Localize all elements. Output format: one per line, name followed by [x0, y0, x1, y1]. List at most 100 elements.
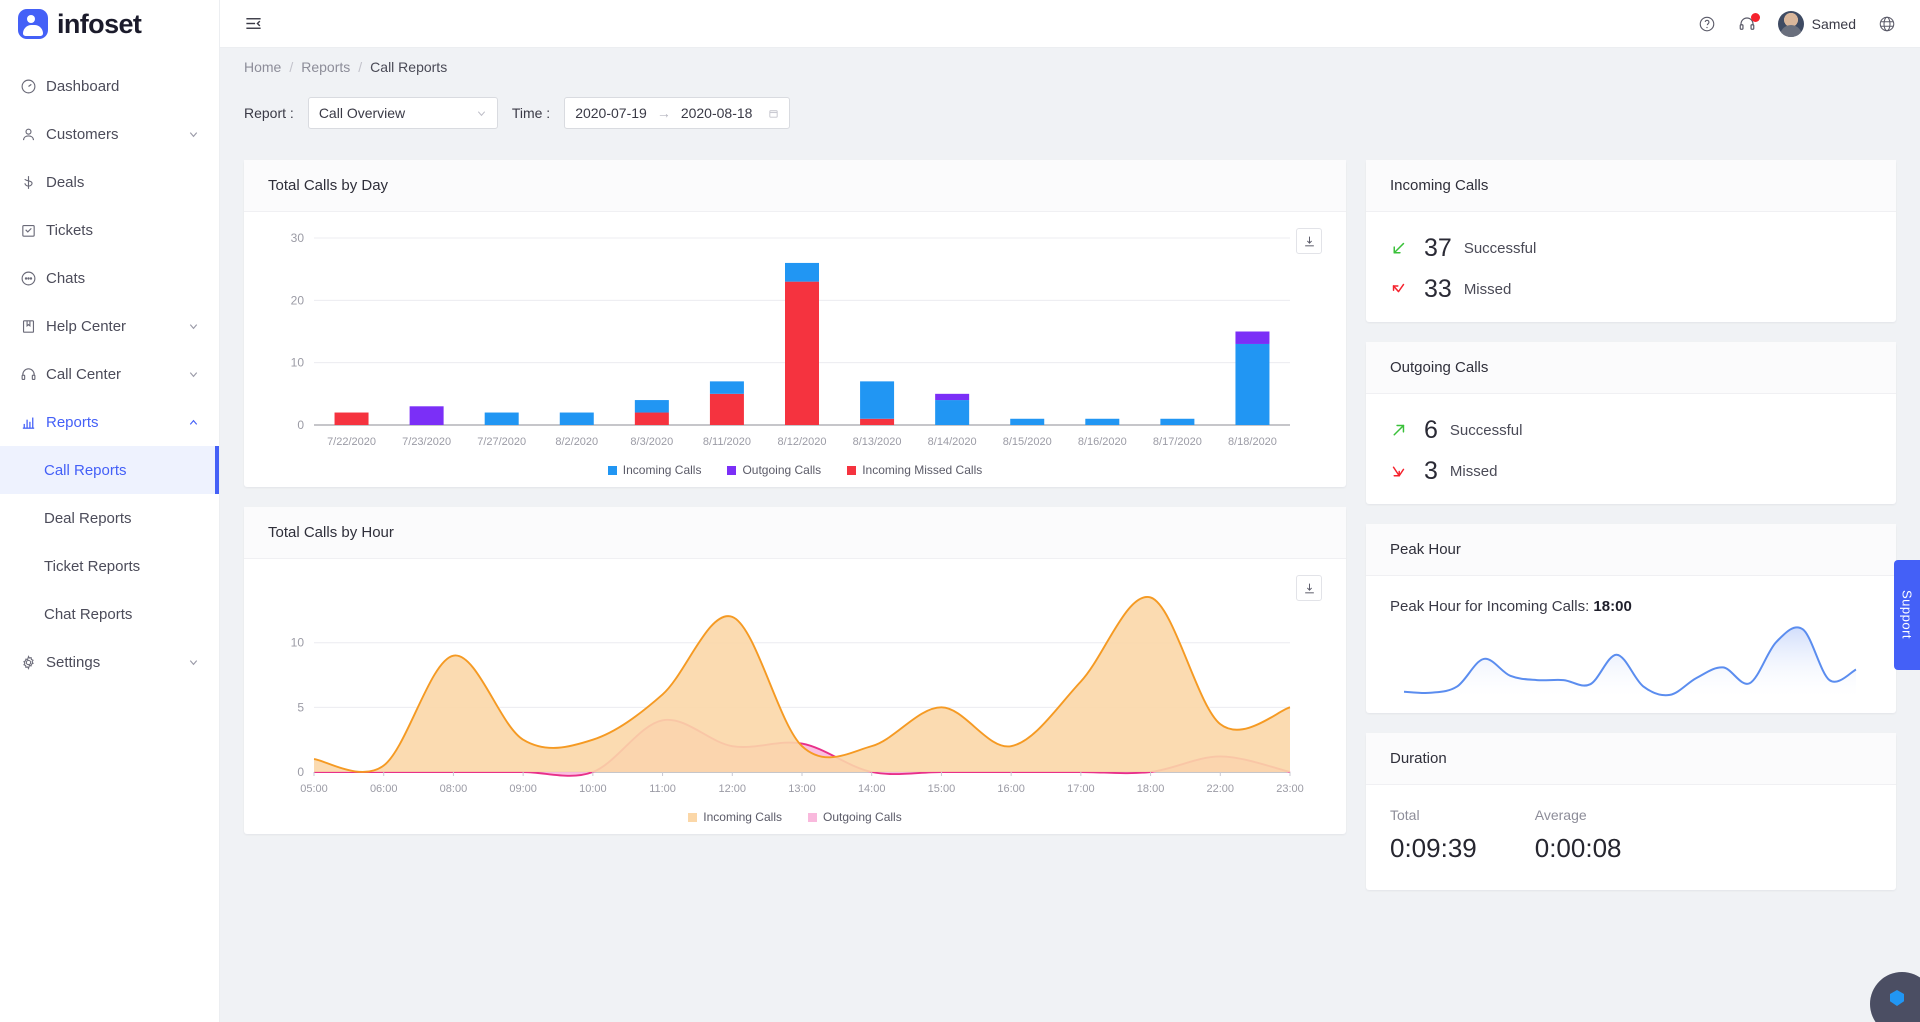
- date-range-end[interactable]: 2020-08-18: [681, 105, 753, 121]
- report-select[interactable]: Call Overview: [307, 97, 498, 129]
- sidebar-item-reports[interactable]: Reports: [0, 398, 219, 446]
- sidebar-item-deal-reports[interactable]: Deal Reports: [0, 494, 219, 542]
- app-root: infoset Dashboard Customers Deals Ticket…: [0, 0, 1920, 1022]
- legend-item-outgoing-calls[interactable]: Outgoing Calls: [807, 810, 902, 824]
- svg-text:8/11/2020: 8/11/2020: [703, 436, 751, 448]
- card-title: Outgoing Calls: [1390, 359, 1489, 376]
- sidebar-subitem-label: Chat Reports: [44, 605, 133, 623]
- user-icon: [20, 126, 46, 143]
- card-body: Peak Hour for Incoming Calls: 18:00: [1366, 576, 1896, 713]
- svg-text:12:00: 12:00: [719, 783, 747, 795]
- chevron-down-icon: [188, 129, 199, 140]
- incoming-successful-row: 37 Successful: [1390, 234, 1872, 263]
- sidebar-nav: Dashboard Customers Deals Tickets Chats …: [0, 62, 219, 686]
- sidebar-item-dashboard[interactable]: Dashboard: [0, 62, 219, 110]
- page-content: Report : Call Overview Time : 2020-07-19…: [220, 86, 1920, 1022]
- top-bar: Samed: [220, 0, 1920, 48]
- legend-item-incoming-calls[interactable]: Incoming Calls: [607, 463, 701, 477]
- card-title: Duration: [1390, 750, 1447, 767]
- outgoing-calls-card: Outgoing Calls 6 Successful 3 Missed: [1366, 342, 1896, 504]
- svg-text:11:00: 11:00: [649, 783, 676, 795]
- date-range-start[interactable]: 2020-07-19: [575, 105, 647, 121]
- legend-label: Incoming Missed Calls: [862, 463, 983, 477]
- svg-text:08:00: 08:00: [440, 783, 468, 795]
- arrow-down-left-icon: [1390, 240, 1412, 257]
- breadcrumb-separator: /: [358, 59, 363, 75]
- sidebar-item-label: Tickets: [46, 221, 93, 239]
- ticket-icon: [20, 222, 46, 239]
- globe-icon[interactable]: [1878, 15, 1896, 33]
- svg-text:8/18/2020: 8/18/2020: [1228, 436, 1277, 448]
- svg-text:09:00: 09:00: [509, 783, 537, 795]
- breadcrumb-item-current: Call Reports: [370, 59, 448, 75]
- chevron-up-icon: [188, 417, 199, 428]
- calendar-icon: [768, 108, 779, 119]
- svg-text:5: 5: [297, 700, 304, 714]
- svg-text:8/17/2020: 8/17/2020: [1153, 436, 1202, 448]
- sidebar-item-ticket-reports[interactable]: Ticket Reports: [0, 542, 219, 590]
- sidebar-item-customers[interactable]: Customers: [0, 110, 219, 158]
- incoming-missed-label: Missed: [1463, 281, 1512, 298]
- legend-label: Outgoing Calls: [822, 810, 902, 824]
- duration-average-value: 0:00:08: [1534, 833, 1622, 863]
- calls-by-hour-card: Total Calls by Hour 0 5 10 05:00 06:00 08:00 0…: [244, 507, 1346, 834]
- sidebar-item-settings[interactable]: Settings: [0, 638, 219, 686]
- headset-icon[interactable]: [1738, 12, 1760, 33]
- download-icon[interactable]: [1296, 575, 1322, 601]
- card-body: 0 10 20 30 7/22/2020 7/23/2020 7/27/2020 8/2/20…: [244, 212, 1346, 487]
- duration-card: Duration Total 0:09:39 Average 0:00:08: [1366, 733, 1896, 890]
- svg-text:15:00: 15:00: [928, 783, 956, 795]
- sidebar-item-chat-reports[interactable]: Chat Reports: [0, 590, 219, 638]
- deal-icon: [20, 174, 46, 191]
- sidebar-item-help-center[interactable]: Help Center: [0, 302, 219, 350]
- collapse-menu-icon[interactable]: [244, 14, 263, 33]
- chat-icon: [20, 270, 46, 287]
- arrow-up-right-icon: [1390, 422, 1412, 439]
- calls-by-hour-chart: 0 5 10 05:00 06:00 08:00 09:00 10:00 11:00 12:00 1…: [291, 596, 1304, 795]
- breadcrumb-item-reports[interactable]: Reports: [301, 59, 350, 75]
- download-icon[interactable]: [1296, 228, 1322, 254]
- breadcrumb-item-home[interactable]: Home: [244, 59, 281, 75]
- user-menu[interactable]: Samed: [1777, 10, 1856, 37]
- card-header: Outgoing Calls: [1366, 342, 1896, 394]
- legend-item-incoming-calls[interactable]: Incoming Calls: [688, 810, 782, 824]
- svg-text:8/13/2020: 8/13/2020: [853, 436, 902, 448]
- sidebar-item-deals[interactable]: Deals: [0, 158, 219, 206]
- help-circle-icon[interactable]: [1698, 15, 1716, 33]
- gear-icon: [20, 654, 46, 671]
- arrow-missed-outgoing-icon: [1390, 463, 1412, 480]
- svg-text:7/27/2020: 7/27/2020: [477, 436, 526, 448]
- chevron-down-icon: [188, 657, 199, 668]
- svg-text:23:00: 23:00: [1276, 783, 1304, 795]
- incoming-missed-row: 33 Missed: [1390, 275, 1872, 304]
- svg-text:8/12/2020: 8/12/2020: [778, 436, 827, 448]
- support-tab[interactable]: Support: [1894, 560, 1920, 670]
- legend-item-outgoing-calls[interactable]: Outgoing Calls: [727, 463, 821, 477]
- sidebar-item-label: Settings: [46, 653, 101, 671]
- sidebar-item-chats[interactable]: Chats: [0, 254, 219, 302]
- date-range-picker[interactable]: 2020-07-19 → 2020-08-18: [564, 97, 791, 129]
- duration-values: Total 0:09:39 Average 0:00:08: [1390, 807, 1872, 864]
- svg-text:0: 0: [297, 418, 304, 432]
- legend-item-incoming-missed-calls[interactable]: Incoming Missed Calls: [847, 463, 982, 477]
- sidebar-item-label: Deals: [46, 173, 85, 191]
- svg-text:18:00: 18:00: [1137, 783, 1165, 795]
- outgoing-successful-value: 6: [1424, 416, 1438, 444]
- breadcrumb-separator: /: [289, 59, 294, 75]
- user-name: Samed: [1811, 15, 1856, 32]
- outgoing-missed-value: 3: [1424, 457, 1438, 485]
- headset-icon: [20, 366, 46, 383]
- incoming-missed-value: 33: [1424, 275, 1452, 303]
- legend-swatch: [727, 465, 737, 475]
- outgoing-successful-label: Successful: [1449, 422, 1523, 439]
- svg-text:8/3/2020: 8/3/2020: [630, 436, 673, 448]
- svg-text:7/23/2020: 7/23/2020: [402, 436, 451, 448]
- sidebar-subitem-label: Ticket Reports: [44, 557, 141, 575]
- sidebar-item-call-center[interactable]: Call Center: [0, 350, 219, 398]
- sidebar-item-tickets[interactable]: Tickets: [0, 206, 219, 254]
- card-body: 6 Successful 3 Missed: [1366, 394, 1896, 504]
- outgoing-missed-label: Missed: [1449, 463, 1498, 480]
- brand-logo[interactable]: infoset: [0, 0, 219, 48]
- chevron-down-icon: [188, 321, 199, 332]
- sidebar-item-call-reports[interactable]: Call Reports: [0, 446, 219, 494]
